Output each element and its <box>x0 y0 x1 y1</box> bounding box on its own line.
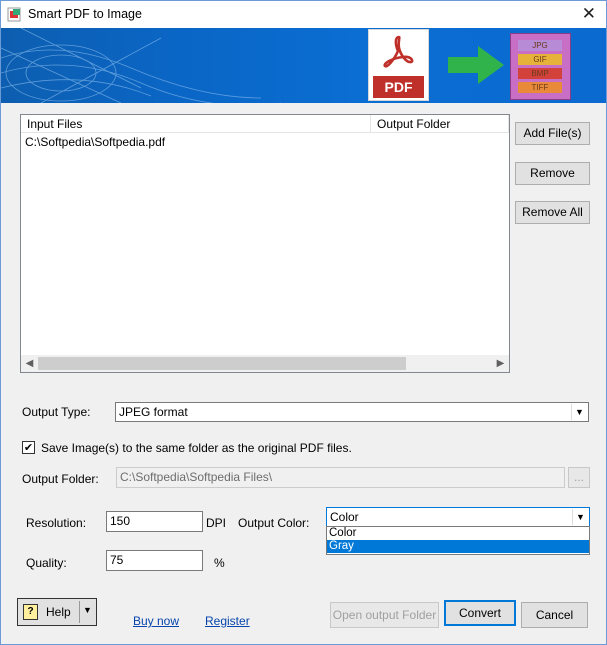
dropdown-option-color[interactable]: Color <box>327 527 589 540</box>
pdf-document-icon: PDF <box>368 29 429 101</box>
cancel-button[interactable]: Cancel <box>521 602 588 628</box>
acrobat-logo-icon <box>383 35 414 68</box>
scroll-right-icon[interactable]: ▶ <box>492 355 509 372</box>
percent-unit-label: % <box>214 556 225 570</box>
browse-folder-button[interactable]: ... <box>568 467 590 488</box>
output-folder-field[interactable]: C:\Softpedia\Softpedia Files\ <box>116 467 565 488</box>
scroll-thumb[interactable] <box>38 357 406 370</box>
split-divider <box>79 601 80 623</box>
dpi-unit-label: DPI <box>206 516 227 530</box>
arrow-right-icon <box>448 46 504 84</box>
image-formats-icon: JPG GIF BMP TIFF <box>510 33 571 100</box>
banner-decoration <box>1 28 281 103</box>
resolution-label: Resolution: <box>26 516 87 530</box>
help-label: Help <box>46 605 71 619</box>
output-color-select[interactable]: Color ▼ <box>326 507 590 527</box>
window-title: Smart PDF to Image <box>28 7 142 21</box>
pdf-card-label: PDF <box>373 76 424 98</box>
remove-all-button[interactable]: Remove All <box>515 201 590 224</box>
output-color-label: Output Color: <box>238 516 310 530</box>
open-output-folder-button[interactable]: Open output Folder <box>330 602 439 628</box>
app-window: Smart PDF to Image ✕ PDF JPG GIF BMP TIF… <box>0 0 607 645</box>
quality-field[interactable]: 75 <box>106 550 203 571</box>
format-jpg: JPG <box>518 40 562 51</box>
help-button[interactable]: ? Help ▼ <box>17 598 97 626</box>
dropdown-option-gray[interactable]: Gray <box>327 540 589 553</box>
column-input-files[interactable]: Input Files <box>21 115 371 133</box>
add-files-button[interactable]: Add File(s) <box>515 122 590 145</box>
quality-label: Quality: <box>26 556 67 570</box>
register-link[interactable]: Register <box>205 614 250 628</box>
title-bar: Smart PDF to Image ✕ <box>1 1 606 28</box>
chevron-down-icon[interactable]: ▼ <box>571 404 587 420</box>
help-icon: ? <box>23 604 38 620</box>
output-color-dropdown-list[interactable]: Color Gray <box>326 526 590 555</box>
output-folder-label: Output Folder: <box>22 472 99 486</box>
table-row[interactable]: C:\Softpedia\Softpedia.pdf <box>25 135 165 149</box>
scroll-left-icon[interactable]: ◀ <box>21 355 38 372</box>
output-type-value: JPEG format <box>119 405 188 419</box>
format-bmp: BMP <box>518 68 562 79</box>
same-folder-label: Save Image(s) to the same folder as the … <box>41 441 352 455</box>
output-color-value: Color <box>330 510 359 524</box>
output-type-select[interactable]: JPEG format ▼ <box>115 402 589 422</box>
file-list[interactable]: Input Files Output Folder C:\Softpedia\S… <box>20 114 510 373</box>
chevron-down-icon[interactable]: ▼ <box>572 509 588 525</box>
column-output-folder[interactable]: Output Folder <box>371 115 509 133</box>
horizontal-scrollbar[interactable]: ◀ ▶ <box>21 355 509 372</box>
chevron-down-icon[interactable]: ▼ <box>83 605 92 615</box>
format-tiff: TIFF <box>518 82 562 93</box>
format-gif: GIF <box>518 54 562 65</box>
header-banner: PDF JPG GIF BMP TIFF <box>1 28 606 103</box>
same-folder-checkbox[interactable]: ✔ <box>22 441 35 454</box>
close-icon[interactable]: ✕ <box>582 4 596 24</box>
remove-button[interactable]: Remove <box>515 162 590 185</box>
convert-button[interactable]: Convert <box>444 600 516 626</box>
resolution-field[interactable]: 150 <box>106 511 203 532</box>
buy-now-link[interactable]: Buy now <box>133 614 179 628</box>
output-type-label: Output Type: <box>22 405 91 419</box>
app-icon <box>7 7 21 22</box>
